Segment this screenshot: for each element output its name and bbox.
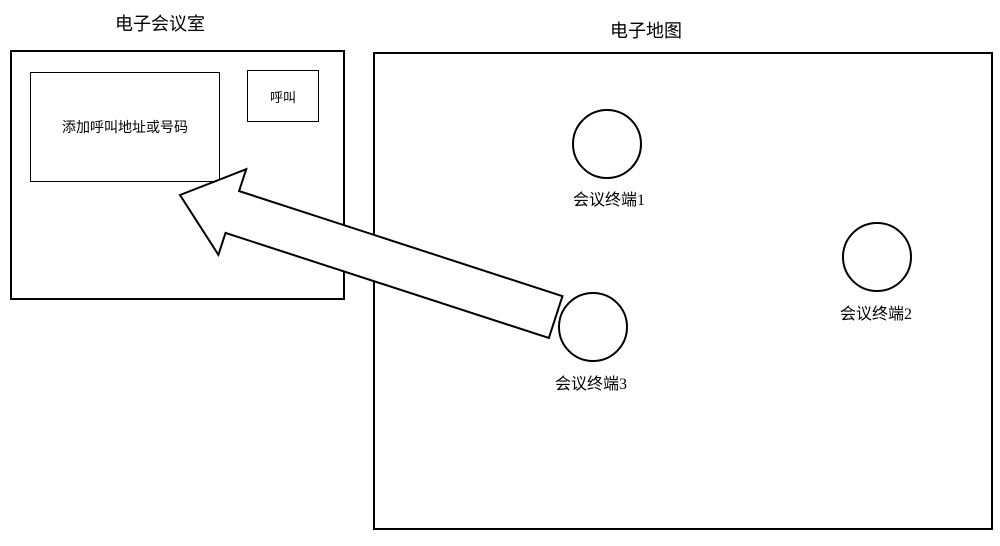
- diagram-canvas: 电子会议室 电子地图 添加呼叫地址或号码 呼叫 会议终端1 会议终端2 会议终端…: [0, 0, 1000, 546]
- drag-arrow-icon: [0, 0, 1000, 546]
